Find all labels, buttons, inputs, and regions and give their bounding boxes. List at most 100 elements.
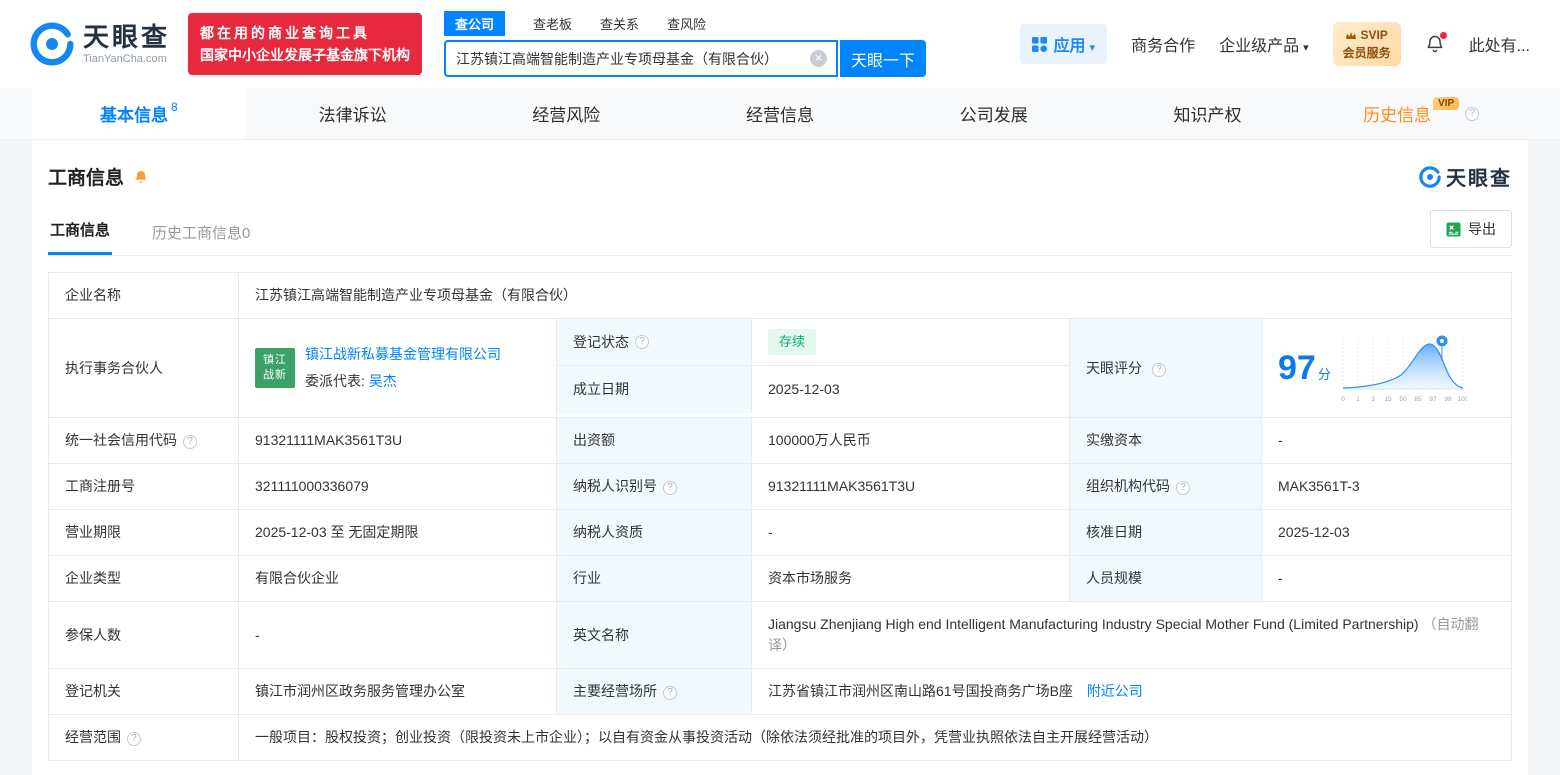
top-header: 天眼查 TianYanCha.com 都在用的商业查询工具 国家中小企业发展子基… (0, 0, 1560, 88)
svg-text:99: 99 (1444, 396, 1452, 403)
table-row: 企业类型 有限合伙企业 行业 资本市场服务 人员规模 - (48, 555, 1512, 602)
business-info-card: 工商信息 天眼查 工商信息 历史工商信息0 导出 企业名称 江苏镇江高端智能制造… (32, 140, 1528, 775)
score-label: 天眼评分 (1069, 318, 1262, 418)
help-icon[interactable] (1465, 106, 1480, 121)
search-box (444, 40, 839, 77)
search-input[interactable] (446, 50, 811, 67)
basic-info-count-badge: 8 (171, 99, 178, 114)
help-icon[interactable] (635, 335, 649, 349)
search-tab-risk[interactable]: 查风险 (667, 14, 706, 33)
table-row: 营业期限 2025-12-03 至 无固定期限 纳税人资质 - 核准日期 202… (48, 509, 1512, 556)
help-icon[interactable] (1151, 362, 1166, 377)
company-type-label: 企业类型 (48, 555, 239, 602)
subtab-history-business-info[interactable]: 历史工商信息0 (150, 210, 252, 255)
org-code-value: MAK3561T-3 (1261, 463, 1512, 510)
nearby-companies-link[interactable]: 附近公司 (1087, 683, 1143, 699)
partner-cell: 镇江 战新 镇江战新私募基金管理有限公司 委派代表: 吴杰 (238, 318, 557, 418)
help-icon[interactable] (183, 435, 197, 449)
staff-size-label: 人员规模 (1069, 555, 1262, 602)
notification-dot (1439, 32, 1447, 39)
watermark-logo: 天眼查 (1419, 162, 1512, 191)
enterprise-products-menu[interactable]: 企业级产品 (1219, 32, 1309, 56)
score-value: 97 (1278, 349, 1316, 387)
tab-legal-litigation[interactable]: 法律诉讼 (246, 88, 460, 139)
address-value: 江苏省镇江市润州区南山路61号国投商务广场B座 附近公司 (751, 668, 1512, 715)
tab-operation-risk[interactable]: 经营风险 (459, 88, 673, 139)
export-button[interactable]: 导出 (1430, 210, 1512, 248)
search-tab-boss[interactable]: 查老板 (533, 14, 572, 33)
taxpayer-qual-value: - (751, 509, 1070, 556)
business-scope-label: 经营范围 (48, 714, 239, 761)
crown-icon (1346, 31, 1357, 39)
search-area: 查公司 查老板 查关系 查风险 天眼一下 (444, 10, 927, 77)
partner-company-link[interactable]: 镇江战新私募基金管理有限公司 (305, 346, 501, 362)
tab-history-info[interactable]: 历史信息 VIP (1314, 88, 1528, 139)
regno-value: 321111000336079 (238, 463, 557, 510)
partner-logo[interactable]: 镇江 战新 (255, 348, 295, 388)
regno-label: 工商注册号 (48, 463, 239, 510)
business-info-table: 企业名称 江苏镇江高端智能制造产业专项母基金（有限合伙） 执行事务合伙人 镇江 … (48, 272, 1512, 761)
search-tabs: 查公司 查老板 查关系 查风险 (444, 10, 926, 36)
subtab-business-info[interactable]: 工商信息 (48, 207, 113, 255)
help-icon[interactable] (663, 481, 677, 495)
industry-label: 行业 (556, 555, 752, 602)
business-scope-value: 一般项目：股权投资；创业投资（限投资未上市企业）；以自有资金从事投资活动（除依法… (238, 714, 1512, 761)
brand-domain: TianYanCha.com (83, 53, 167, 66)
english-name-value: Jiangsu Zhenjiang High end Intelligent M… (751, 601, 1512, 669)
bell-icon (135, 170, 147, 183)
subscribe-bell-icon[interactable] (133, 169, 149, 185)
term-label: 营业期限 (48, 509, 239, 556)
industry-value: 资本市场服务 (751, 555, 1070, 602)
svip-membership-button[interactable]: SVIP 会员服务 (1332, 22, 1401, 66)
paid-capital-label: 实缴资本 (1069, 417, 1262, 464)
clear-search-icon[interactable] (810, 50, 828, 67)
score-cell: 97 分 0 1 3 15 50 85 97 99 100 (1261, 318, 1512, 418)
taxpayer-qual-label: 纳税人资质 (556, 509, 752, 556)
rep-person-link[interactable]: 吴杰 (369, 373, 397, 389)
table-row: 执行事务合伙人 镇江 战新 镇江战新私募基金管理有限公司 委派代表: 吴杰 登记… (48, 318, 1512, 418)
help-icon[interactable] (127, 732, 141, 746)
brand-slogan: 都在用的商业查询工具 国家中小企业发展子基金旗下机构 (188, 12, 423, 76)
search-button[interactable]: 天眼一下 (840, 40, 927, 77)
score-chart: 0 1 3 15 50 85 97 99 100 (1341, 335, 1467, 403)
help-icon[interactable] (663, 686, 677, 700)
company-name-value: 江苏镇江高端智能制造产业专项母基金（有限合伙） (238, 272, 1512, 319)
help-icon[interactable] (1176, 481, 1190, 495)
brand-name: 天眼查 (83, 21, 171, 52)
user-account-label[interactable]: 此处有... (1469, 32, 1530, 56)
taxpayer-id-label: 纳税人识别号 (556, 463, 752, 510)
tab-company-development[interactable]: 公司发展 (887, 88, 1101, 139)
tab-operation-info[interactable]: 经营信息 (673, 88, 887, 139)
status-badge: 存续 (768, 329, 817, 355)
tab-basic-info[interactable]: 基本信息 8 (32, 88, 246, 139)
english-name-label: 英文名称 (556, 601, 752, 669)
insured-value: - (238, 601, 557, 669)
section-title: 工商信息 (48, 168, 125, 189)
rep-label: 委派代表: (305, 373, 365, 389)
svg-text:50: 50 (1399, 396, 1407, 403)
tianyancha-eye-icon (1419, 165, 1441, 188)
tab-intellectual-property[interactable]: 知识产权 (1101, 88, 1315, 139)
svg-text:97: 97 (1429, 396, 1437, 403)
staff-size-value: - (1261, 555, 1512, 602)
business-cooperation-link[interactable]: 商务合作 (1131, 32, 1195, 56)
apps-menu-button[interactable]: 应用 (1019, 24, 1108, 64)
grid-apps-icon (1031, 36, 1047, 52)
partner-label: 执行事务合伙人 (48, 318, 239, 418)
notification-bell-icon[interactable] (1425, 32, 1447, 54)
search-tab-company[interactable]: 查公司 (444, 10, 506, 36)
reg-status-label: 登记状态 (557, 319, 752, 365)
paid-capital-value: - (1261, 417, 1512, 464)
table-row: 企业名称 江苏镇江高端智能制造产业专项母基金（有限合伙） (48, 272, 1512, 319)
table-row: 经营范围 一般项目：股权投资；创业投资（限投资未上市企业）；以自有资金从事投资活… (48, 714, 1512, 761)
excel-export-icon (1446, 221, 1461, 237)
search-tab-relation[interactable]: 查关系 (600, 14, 639, 33)
header-right: 应用 商务合作 企业级产品 SVIP 会员服务 此处有... (1019, 22, 1530, 66)
capital-label: 出资额 (556, 417, 752, 464)
svg-text:3: 3 (1371, 396, 1375, 403)
table-row: 工商注册号 321111000336079 纳税人识别号 91321111MAK… (48, 463, 1512, 510)
tianyancha-logo[interactable]: 天眼查 TianYanCha.com (30, 22, 170, 66)
est-date-value: 2025-12-03 (768, 381, 840, 397)
reg-authority-label: 登记机关 (48, 668, 239, 715)
table-row: 登记机关 镇江市润州区政务服务管理办公室 主要经营场所 江苏省镇江市润州区南山路… (48, 668, 1512, 715)
